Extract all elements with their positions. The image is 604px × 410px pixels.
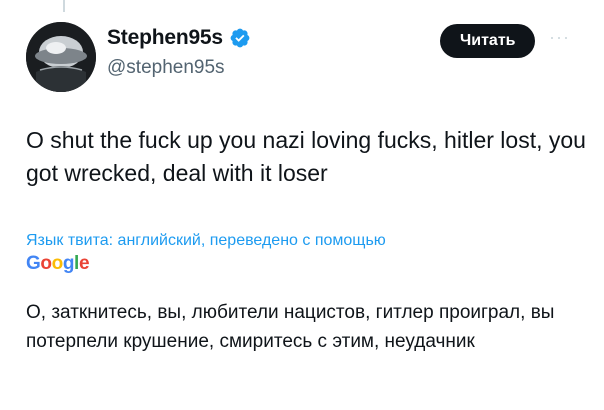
author-display-name[interactable]: Stephen95s [107,26,223,50]
author-name-row: Stephen95s [107,26,251,50]
translation-label[interactable]: Язык твита: английский, переведено с пом… [26,232,386,250]
avatar-photo-icon [26,22,96,92]
google-logo-letter: o [51,253,64,274]
thread-connector-line [63,0,65,12]
google-logo-letter: e [78,253,90,274]
follow-button[interactable]: Читать [440,24,536,58]
verified-badge-icon [229,27,251,49]
more-dots-icon[interactable]: ··· [549,28,570,46]
translated-tweet-text: О, заткнитесь, вы, любители нацистов, ги… [26,302,555,352]
google-logo-letter: g [62,253,75,274]
google-logo-letter: G [26,253,41,274]
author-handle[interactable]: @stephen95s [107,57,225,79]
google-logo-letter: o [40,253,52,274]
google-logo: Google [26,253,90,275]
avatar[interactable] [26,22,96,92]
tweet-text: O shut the fuck up you nazi loving fucks… [26,127,586,186]
